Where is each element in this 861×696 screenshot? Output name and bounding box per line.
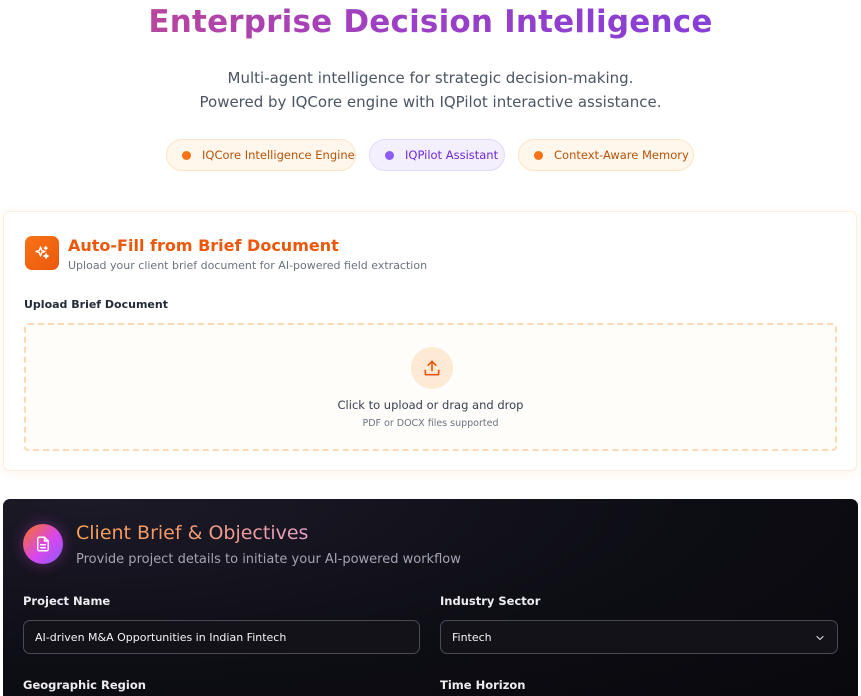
status-dot-icon (182, 150, 191, 160)
document-icon (23, 524, 63, 564)
page-subtitle-line2: Powered by IQCore engine with IQPilot in… (199, 93, 662, 111)
status-dot-icon (385, 150, 394, 160)
badge-iqcore: IQCore Intelligence Engine (166, 139, 356, 171)
badge-iqpilot: IQPilot Assistant (369, 139, 505, 171)
file-dropzone[interactable]: Click to upload or drag and drop PDF or … (24, 323, 837, 451)
badge-label: Context-Aware Memory (554, 148, 689, 162)
industry-sector-value: Fintech (452, 630, 492, 644)
geographic-region-label: Geographic Region (23, 678, 146, 692)
dropzone-hint: PDF or DOCX files supported (362, 418, 499, 429)
brief-title: Client Brief & Objectives (76, 522, 309, 544)
upload-label: Upload Brief Document (24, 298, 168, 311)
time-horizon-label: Time Horizon (440, 678, 526, 692)
badge-label: IQCore Intelligence Engine (202, 148, 355, 162)
chevron-down-icon (816, 635, 824, 641)
autofill-description: Upload your client brief document for AI… (68, 259, 428, 272)
badge-label: IQPilot Assistant (405, 148, 499, 162)
brief-description: Provide project details to initiate your… (76, 552, 461, 567)
project-name-input[interactable]: AI-driven M&A Opportunities in Indian Fi… (23, 620, 420, 654)
client-brief-card: Client Brief & Objectives Provide projec… (3, 499, 858, 696)
industry-sector-select[interactable]: Fintech (440, 620, 838, 654)
sparkles-icon (25, 236, 59, 270)
badge-memory: Context-Aware Memory (518, 139, 694, 171)
upload-icon (411, 347, 453, 389)
page-subtitle-line1: Multi-agent intelligence for strategic d… (227, 69, 634, 87)
dropzone-text: Click to upload or drag and drop (337, 398, 524, 412)
project-name-value: AI-driven M&A Opportunities in Indian Fi… (35, 630, 287, 644)
autofill-card: Auto-Fill from Brief Document Upload you… (3, 211, 857, 471)
status-dot-icon (534, 150, 543, 160)
industry-sector-label: Industry Sector (440, 594, 541, 608)
autofill-title: Auto-Fill from Brief Document (68, 236, 339, 255)
project-name-label: Project Name (23, 594, 111, 608)
page-title: Enterprise Decision Intelligence (0, 4, 861, 40)
